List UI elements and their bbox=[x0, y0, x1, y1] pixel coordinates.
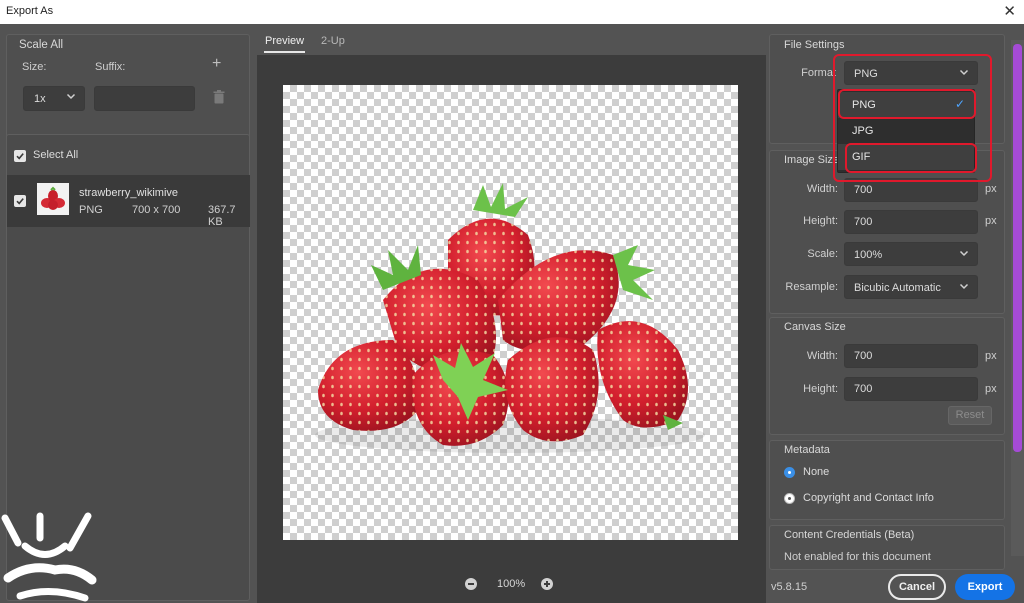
format-option-label: PNG bbox=[852, 99, 876, 111]
suffix-label: Suffix: bbox=[95, 61, 126, 73]
canvas-width-unit: px bbox=[985, 350, 997, 362]
content-credentials-status: Not enabled for this document bbox=[784, 551, 931, 563]
format-dropdown-list: PNG ✓ JPG GIF bbox=[837, 89, 975, 173]
version-label: v5.8.15 bbox=[771, 581, 808, 593]
format-select[interactable]: PNG bbox=[844, 61, 978, 85]
strawberry-image bbox=[315, 183, 705, 453]
watermark-logo bbox=[0, 508, 100, 603]
image-height-field[interactable] bbox=[844, 210, 978, 234]
zoom-bar: 100% bbox=[257, 569, 766, 599]
scale-select[interactable]: 100% bbox=[844, 242, 978, 266]
resample-value: Bicubic Automatic bbox=[854, 282, 941, 294]
canvas-size-section: Canvas Size Width: px Height: px Reset bbox=[769, 317, 1005, 435]
reset-button[interactable]: Reset bbox=[948, 406, 992, 425]
format-option-gif[interactable]: GIF bbox=[838, 144, 974, 170]
format-value: PNG bbox=[854, 68, 878, 80]
preview-canvas bbox=[283, 85, 738, 540]
canvas-width-label: Width: bbox=[806, 350, 838, 362]
canvas-height-label: Height: bbox=[803, 383, 838, 395]
file-thumbnail bbox=[37, 183, 69, 215]
scale-size-value: 1x bbox=[34, 93, 46, 105]
image-width-unit: px bbox=[985, 183, 997, 195]
canvas-size-heading: Canvas Size bbox=[784, 321, 846, 333]
scale-label: Scale: bbox=[807, 248, 838, 260]
check-icon: ✓ bbox=[954, 97, 965, 111]
metadata-copyright-label: Copyright and Contact Info bbox=[803, 492, 934, 504]
export-button[interactable]: Export bbox=[955, 574, 1015, 600]
scrollbar-thumb[interactable] bbox=[1013, 44, 1022, 452]
file-settings-heading: File Settings bbox=[784, 39, 845, 51]
format-label: Format bbox=[801, 67, 836, 79]
resample-label: Resample: bbox=[785, 281, 838, 293]
scale-value: 100% bbox=[854, 249, 883, 261]
add-scale-icon[interactable]: + bbox=[212, 55, 221, 73]
image-height-unit: px bbox=[985, 215, 997, 227]
cancel-button[interactable]: Cancel bbox=[888, 574, 946, 600]
metadata-heading: Metadata bbox=[784, 444, 830, 456]
close-icon[interactable]: ✕ bbox=[1003, 2, 1016, 20]
scale-all-section: Scale All Size: Suffix: + 1x bbox=[6, 34, 250, 146]
title-bar: Export As ✕ bbox=[0, 0, 1024, 24]
zoom-in-icon[interactable] bbox=[541, 578, 553, 590]
metadata-none-label: None bbox=[803, 466, 830, 478]
format-option-jpg[interactable]: JPG bbox=[838, 118, 974, 144]
chevron-down-icon bbox=[66, 91, 76, 104]
preview-panel: Preview 2-Up 100% bbox=[257, 24, 766, 603]
content-credentials-heading: Content Credentials (Beta) bbox=[784, 529, 915, 541]
content-credentials-section: Content Credentials (Beta) Not enabled f… bbox=[769, 525, 1005, 570]
file-dimensions: 700 x 700 bbox=[132, 204, 181, 216]
image-width-field[interactable] bbox=[844, 178, 978, 202]
zoom-out-icon[interactable] bbox=[465, 578, 477, 590]
zoom-level: 100% bbox=[497, 578, 526, 590]
window-title: Export As bbox=[6, 5, 54, 17]
select-all-label: Select All bbox=[33, 149, 79, 161]
size-label: Size: bbox=[22, 61, 47, 73]
select-all-checkbox[interactable] bbox=[14, 150, 26, 162]
image-size-heading: Image Size bbox=[784, 154, 840, 166]
canvas-width-field[interactable] bbox=[844, 344, 978, 368]
file-format: PNG bbox=[79, 204, 103, 216]
resample-select[interactable]: Bicubic Automatic bbox=[844, 275, 978, 299]
file-size: 367.7 KB bbox=[208, 204, 236, 228]
chevron-down-icon bbox=[959, 67, 969, 80]
canvas-height-unit: px bbox=[985, 383, 997, 395]
file-row[interactable]: strawberry_wikimive PNG 700 x 700 367.7 … bbox=[7, 175, 250, 228]
tab-preview[interactable]: Preview bbox=[263, 35, 306, 53]
suffix-input[interactable] bbox=[94, 86, 195, 111]
chevron-down-icon bbox=[959, 281, 969, 294]
file-name: strawberry_wikimive bbox=[79, 187, 179, 199]
metadata-copyright-radio[interactable] bbox=[784, 493, 795, 504]
file-checkbox[interactable] bbox=[14, 195, 26, 207]
metadata-section: Metadata None Copyright and Contact Info bbox=[769, 440, 1005, 520]
format-option-label: GIF bbox=[852, 151, 871, 163]
format-option-png[interactable]: PNG ✓ bbox=[838, 92, 974, 118]
format-option-label: JPG bbox=[852, 125, 874, 137]
image-width-label: Width: bbox=[806, 183, 838, 195]
tab-2-up[interactable]: 2-Up bbox=[321, 35, 345, 47]
scale-size-select[interactable]: 1x bbox=[23, 86, 85, 111]
trash-icon[interactable] bbox=[213, 90, 225, 104]
check-icon bbox=[16, 198, 24, 205]
preview-tabs: Preview 2-Up bbox=[257, 24, 766, 55]
canvas-height-field[interactable] bbox=[844, 377, 978, 401]
image-height-label: Height: bbox=[803, 215, 838, 227]
scale-all-heading: Scale All bbox=[19, 39, 64, 51]
chevron-down-icon bbox=[959, 248, 969, 261]
metadata-none-radio[interactable] bbox=[784, 467, 795, 478]
image-size-section: Image Size Width: px Height: px Scale: 1… bbox=[769, 150, 1005, 314]
check-icon bbox=[16, 153, 24, 160]
